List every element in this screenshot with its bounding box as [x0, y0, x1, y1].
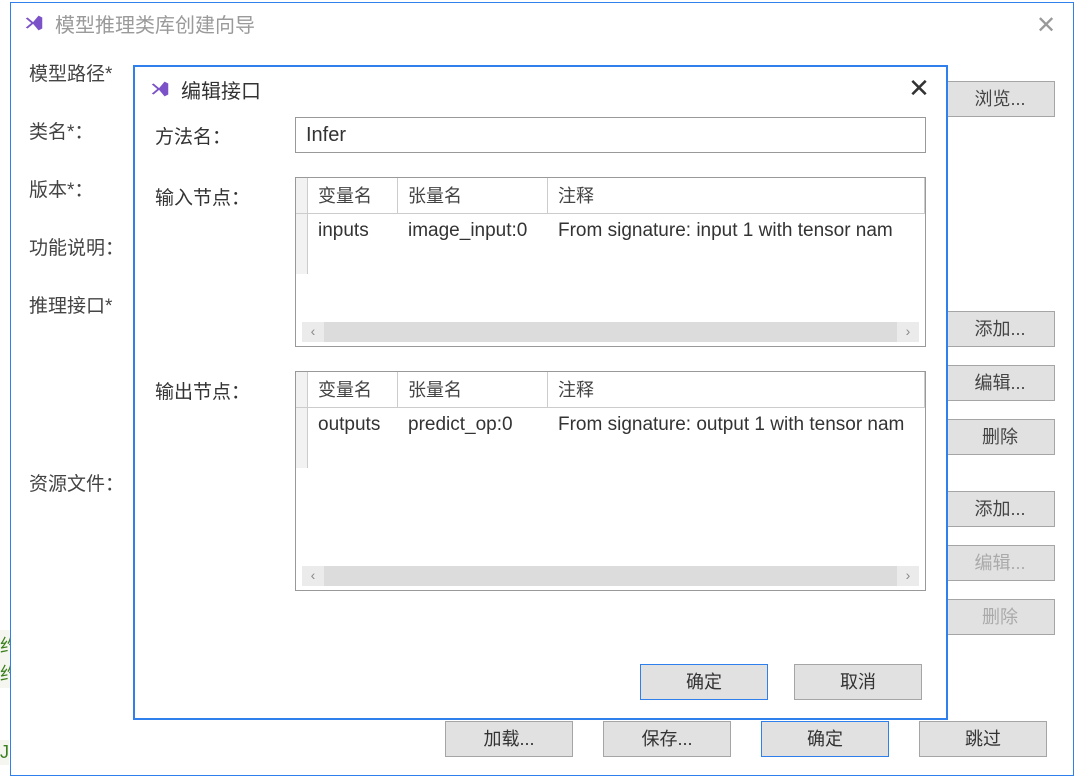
scroll-track[interactable]: [324, 322, 897, 342]
wizard-titlebar: 模型推理类库创建向导 ✕: [11, 3, 1073, 43]
row-output-nodes: 输出节点： 变量名 张量名 注释 outputs predict_op:0 Fr…: [155, 371, 926, 591]
background-fragment: J: [0, 740, 9, 765]
dialog-body: 方法名： 输入节点： 变量名 张量名 注释 inputs image_input…: [135, 111, 946, 591]
dialog-title: 编辑接口: [181, 75, 261, 104]
scroll-left-icon[interactable]: ‹: [302, 566, 324, 586]
scroll-right-icon[interactable]: ›: [897, 566, 919, 586]
add-interface-button[interactable]: 添加...: [945, 311, 1055, 347]
col-comment[interactable]: 注释: [548, 178, 925, 214]
vs-icon: [149, 78, 171, 100]
col-var-name[interactable]: 变量名: [308, 372, 398, 408]
col-var-name[interactable]: 变量名: [308, 178, 398, 214]
row-selector[interactable]: [296, 252, 308, 274]
row-selector[interactable]: [296, 408, 308, 446]
output-nodes-grid[interactable]: 变量名 张量名 注释 outputs predict_op:0 From sig…: [295, 371, 926, 591]
table-row[interactable]: outputs predict_op:0 From signature: out…: [296, 408, 925, 446]
cell-comment[interactable]: From signature: input 1 with tensor nam: [548, 214, 925, 252]
dialog-buttons: 确定 取消: [640, 664, 922, 700]
input-nodes-grid[interactable]: 变量名 张量名 注释 inputs image_input:0 From sig…: [295, 177, 926, 347]
dialog-cancel-button[interactable]: 取消: [794, 664, 922, 700]
wizard-title: 模型推理类库创建向导: [55, 9, 255, 38]
add-resource-button[interactable]: 添加...: [945, 491, 1055, 527]
label-resource-file: 资源文件：: [29, 469, 147, 496]
wizard-bottom-buttons: 加载... 保存... 确定 跳过: [11, 721, 1073, 757]
label-class-name: 类名*：: [29, 117, 147, 144]
close-icon[interactable]: ✕: [904, 73, 934, 104]
skip-button[interactable]: 跳过: [919, 721, 1047, 757]
edit-resource-button[interactable]: 编辑...: [945, 545, 1055, 581]
col-tensor-name[interactable]: 张量名: [398, 178, 548, 214]
horizontal-scrollbar[interactable]: ‹ ›: [302, 566, 919, 586]
label-method-name: 方法名：: [155, 122, 295, 149]
delete-interface-button[interactable]: 删除: [945, 419, 1055, 455]
col-comment[interactable]: 注释: [548, 372, 925, 408]
edit-interface-button[interactable]: 编辑...: [945, 365, 1055, 401]
cell-tensor[interactable]: predict_op:0: [398, 408, 548, 446]
row-input-nodes: 输入节点： 变量名 张量名 注释 inputs image_input:0 Fr…: [155, 177, 926, 347]
col-tensor-name[interactable]: 张量名: [398, 372, 548, 408]
row-selector[interactable]: [296, 214, 308, 252]
grid-header: 变量名 张量名 注释: [296, 372, 925, 408]
label-output-nodes: 输出节点：: [155, 371, 295, 404]
cell-var[interactable]: inputs: [308, 214, 398, 252]
label-model-path: 模型路径*: [29, 59, 147, 86]
grid-header: 变量名 张量名 注释: [296, 178, 925, 214]
load-button[interactable]: 加载...: [445, 721, 573, 757]
label-input-nodes: 输入节点：: [155, 177, 295, 210]
dialog-ok-button[interactable]: 确定: [640, 664, 768, 700]
label-description: 功能说明：: [29, 233, 147, 260]
table-row-empty[interactable]: [296, 252, 925, 290]
horizontal-scrollbar[interactable]: ‹ ›: [302, 322, 919, 342]
browse-button[interactable]: 浏览...: [945, 81, 1055, 117]
close-icon[interactable]: ✕: [1029, 11, 1063, 40]
edit-interface-dialog: 编辑接口 ✕ 方法名： 输入节点： 变量名 张量名 注释 inputs imag…: [133, 65, 948, 720]
row-selector-header: [296, 372, 308, 408]
scroll-right-icon[interactable]: ›: [897, 322, 919, 342]
delete-resource-button[interactable]: 删除: [945, 599, 1055, 635]
row-method-name: 方法名：: [155, 117, 926, 153]
ok-button[interactable]: 确定: [761, 721, 889, 757]
vs-icon: [23, 12, 45, 34]
cell-comment[interactable]: From signature: output 1 with tensor nam: [548, 408, 925, 446]
table-row-empty[interactable]: [296, 446, 925, 484]
scroll-track[interactable]: [324, 566, 897, 586]
label-version: 版本*：: [29, 175, 147, 202]
scroll-left-icon[interactable]: ‹: [302, 322, 324, 342]
save-button[interactable]: 保存...: [603, 721, 731, 757]
dialog-titlebar: 编辑接口 ✕: [135, 67, 946, 111]
row-selector-header: [296, 178, 308, 214]
row-selector[interactable]: [296, 446, 308, 468]
method-name-input[interactable]: [295, 117, 926, 153]
cell-tensor[interactable]: image_input:0: [398, 214, 548, 252]
table-row[interactable]: inputs image_input:0 From signature: inp…: [296, 214, 925, 252]
cell-var[interactable]: outputs: [308, 408, 398, 446]
label-infer-interface: 推理接口*: [29, 291, 147, 318]
